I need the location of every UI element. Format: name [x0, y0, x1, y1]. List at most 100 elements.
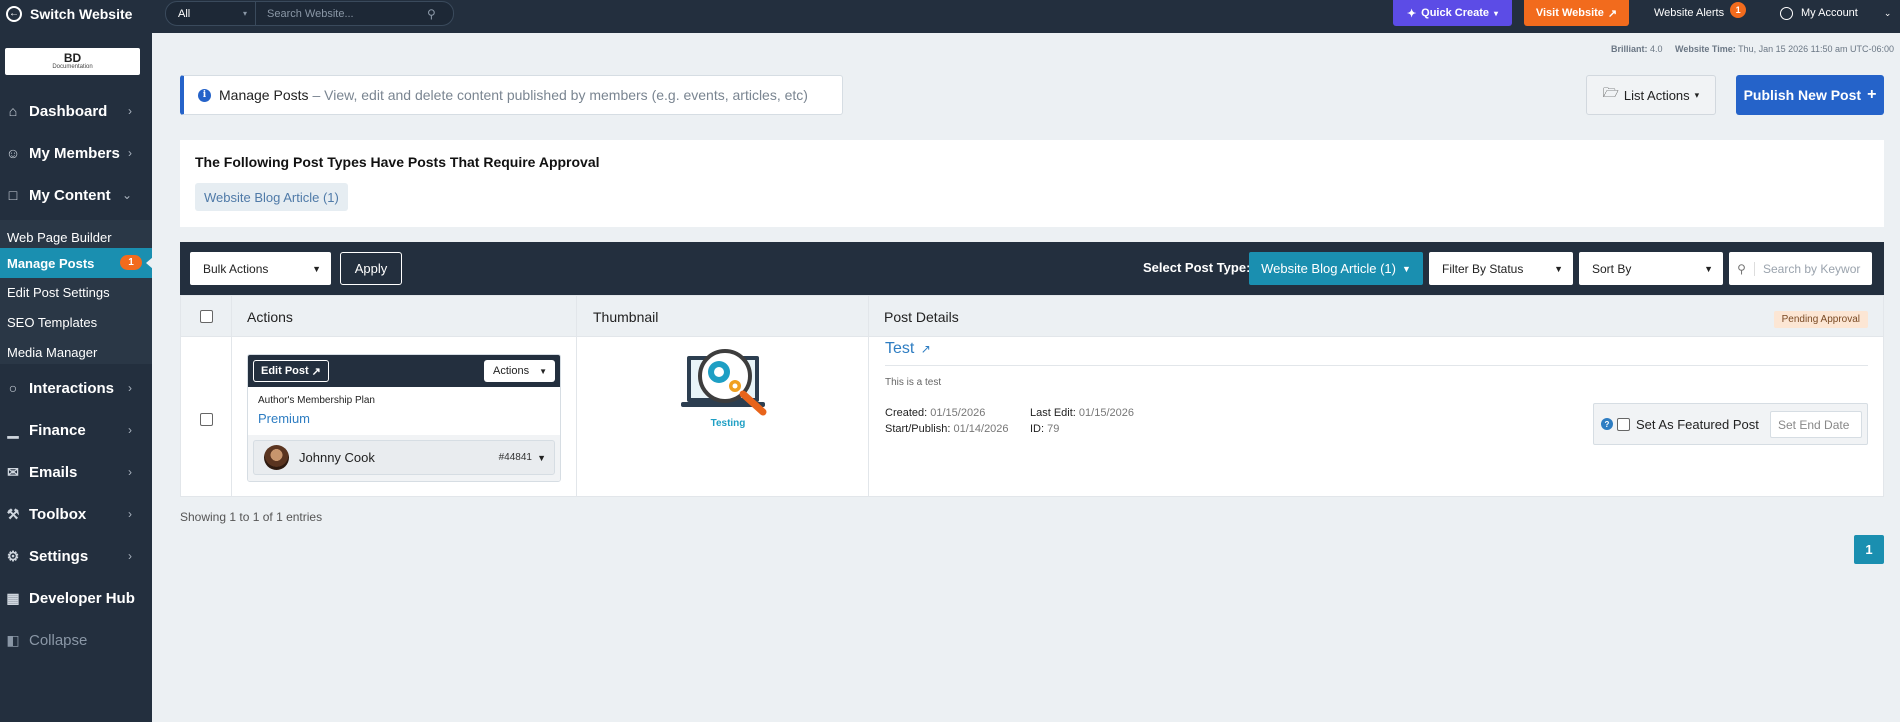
select-all-checkbox[interactable] — [200, 310, 213, 323]
avatar — [264, 445, 289, 470]
site-meta: Brilliant: 4.0 Website Time: Thu, Jan 15… — [1610, 44, 1894, 54]
search-scope-select[interactable]: All ▾ — [166, 2, 256, 25]
switch-website-button[interactable]: ← Switch Website — [0, 0, 152, 27]
chevron-right-icon: › — [128, 146, 132, 160]
external-link-icon: ↗ — [920, 342, 931, 356]
row-checkbox[interactable] — [200, 413, 213, 426]
set-end-date-input[interactable]: Set End Date — [1770, 411, 1862, 438]
gear-icon: ⚙ — [6, 547, 20, 564]
visit-website-button[interactable]: Visit Website ↗ — [1524, 0, 1629, 26]
pagination-page-1[interactable]: 1 — [1854, 535, 1884, 564]
chat-icon: ○ — [8, 380, 18, 396]
post-created: Created: 01/15/2026 — [885, 407, 986, 419]
caret-down-icon: ▼ — [1554, 263, 1563, 274]
approval-chip[interactable]: Website Blog Article (1) — [195, 183, 348, 211]
post-type-label: Select Post Type: — [1143, 260, 1251, 275]
plus-icon: + — [1867, 86, 1877, 103]
chevron-down-icon: ▾ — [242, 9, 247, 18]
envelope-icon: ✉ — [7, 463, 19, 480]
select-all-cell — [200, 296, 213, 337]
sidebar-item-my-content[interactable]: □ My Content ⌄ — [0, 174, 152, 216]
sidebar-item-edit-post-settings[interactable]: Edit Post Settings — [0, 277, 152, 307]
magic-icon: ✦ — [1406, 7, 1417, 20]
post-id: ID: 79 — [1030, 423, 1060, 435]
sidebar-item-seo-templates[interactable]: SEO Templates — [0, 307, 152, 337]
approval-panel: The Following Post Types Have Posts That… — [180, 140, 1884, 227]
author-id: #44841 — [498, 452, 532, 463]
folder-icon: □ — [8, 187, 18, 203]
posts-table: Actions Thumbnail Post Details Edit Post… — [180, 295, 1884, 497]
collapse-icon: ◧ — [6, 631, 20, 648]
quick-create-button[interactable]: ✦ Quick Create ▾ — [1393, 0, 1512, 26]
post-last-edit: Last Edit: 01/15/2026 — [1030, 407, 1134, 419]
sidebar-item-toolbox[interactable]: ⚒ Toolbox › — [0, 493, 152, 535]
sidebar-item-dashboard[interactable]: ⌂ Dashboard › — [0, 90, 152, 132]
home-icon: ⌂ — [8, 103, 18, 119]
page-description: – View, edit and delete content publishe… — [312, 87, 808, 103]
edit-post-button[interactable]: Edit Post ↗ — [253, 360, 329, 382]
post-start-publish: Start/Publish: 01/14/2026 — [885, 423, 1009, 435]
manage-posts-badge: 1 — [120, 255, 142, 270]
top-bar: ← Switch Website All ▾ Search Website...… — [0, 0, 1900, 33]
approval-heading: The Following Post Types Have Posts That… — [195, 154, 600, 170]
page-info-box: i Manage Posts – View, edit and delete c… — [180, 75, 843, 115]
site-logo[interactable]: BD Documentation — [5, 48, 140, 75]
sidebar-item-interactions[interactable]: ○ Interactions › — [0, 367, 152, 409]
chevron-right-icon: › — [128, 104, 132, 118]
logo-text: BD — [63, 51, 82, 65]
caret-down-icon: ▼ — [1401, 263, 1411, 274]
post-title-link[interactable]: Test ↗ — [885, 340, 931, 358]
search-icon[interactable]: ⚲ — [427, 7, 453, 21]
apply-button[interactable]: Apply — [340, 252, 402, 285]
logo-subtext: Documentation — [52, 64, 93, 70]
sidebar-item-finance[interactable]: ▁ Finance › — [0, 409, 152, 451]
help-icon[interactable]: ? — [1601, 418, 1613, 430]
sort-by-select[interactable]: Sort By ▼ — [1579, 252, 1723, 285]
bulk-actions-select[interactable]: Bulk Actions ▼ — [190, 252, 331, 285]
column-header-actions: Actions — [247, 308, 293, 325]
info-icon: i — [198, 88, 211, 102]
alerts-count-badge: 1 — [1730, 2, 1747, 18]
sidebar: BD Documentation ⌂ Dashboard › ☺ My Memb… — [0, 33, 153, 722]
row-actions-dropdown[interactable]: Actions ▼ — [484, 360, 555, 382]
search-website-input[interactable]: Search Website... — [256, 8, 427, 20]
author-dropdown[interactable]: Johnny Cook #44841 ▼ — [253, 440, 555, 475]
chevron-down-icon: ⌄ — [1883, 7, 1892, 18]
caret-down-icon: ▼ — [1704, 263, 1713, 274]
website-search: All ▾ Search Website... ⚲ — [165, 1, 454, 26]
chevron-right-icon: › — [128, 423, 132, 437]
post-type-select[interactable]: Website Blog Article (1) ▼ — [1249, 252, 1423, 285]
my-account-button[interactable]: My Account ⌄ — [1780, 0, 1891, 26]
caret-down-icon: ▼ — [539, 366, 547, 376]
post-thumbnail[interactable]: Testing — [673, 334, 783, 434]
users-icon: ☺ — [5, 145, 21, 161]
sidebar-item-settings[interactable]: ⚙ Settings › — [0, 535, 152, 577]
wrench-icon: ⚒ — [6, 505, 20, 522]
keyword-search-input[interactable]: ⚲ Search by Keywor — [1729, 252, 1872, 285]
chevron-down-icon: ▾ — [1494, 8, 1499, 18]
post-description: This is a test — [885, 377, 942, 388]
filter-by-status-select[interactable]: Filter By Status ▼ — [1429, 252, 1573, 285]
table-header — [181, 296, 1883, 337]
sidebar-item-my-members[interactable]: ☺ My Members › — [0, 132, 152, 174]
list-actions-button[interactable]: 🗁 List Actions ▾ — [1586, 75, 1716, 115]
sidebar-item-media-manager[interactable]: Media Manager — [0, 337, 152, 367]
external-link-icon: ↗ — [311, 365, 321, 378]
post-actions-card: Edit Post ↗ Actions ▼ Author's Membershi… — [247, 354, 561, 482]
sidebar-item-developer-hub[interactable]: ▦ Developer Hub — [0, 577, 152, 619]
website-alerts-button[interactable]: Website Alerts 1 — [1654, 0, 1747, 26]
sidebar-item-emails[interactable]: ✉ Emails › — [0, 451, 152, 493]
featured-post-checkbox[interactable] — [1617, 417, 1630, 431]
grid-icon: ▦ — [6, 589, 20, 606]
chevron-right-icon: › — [128, 381, 132, 395]
membership-plan-label: Author's Membership Plan — [258, 395, 375, 406]
chevron-down-icon: ▾ — [1694, 89, 1700, 100]
membership-plan-link[interactable]: Premium — [258, 411, 310, 426]
sidebar-item-manage-posts[interactable]: Manage Posts 1 — [0, 248, 153, 278]
caret-down-icon: ▼ — [312, 263, 321, 274]
publish-new-post-button[interactable]: Publish New Post + — [1736, 75, 1884, 115]
column-header-thumbnail: Thumbnail — [593, 308, 659, 325]
external-link-icon: ↗ — [1607, 7, 1618, 20]
chevron-right-icon: › — [128, 465, 132, 479]
sidebar-collapse-button[interactable]: ◧ Collapse — [0, 619, 152, 661]
